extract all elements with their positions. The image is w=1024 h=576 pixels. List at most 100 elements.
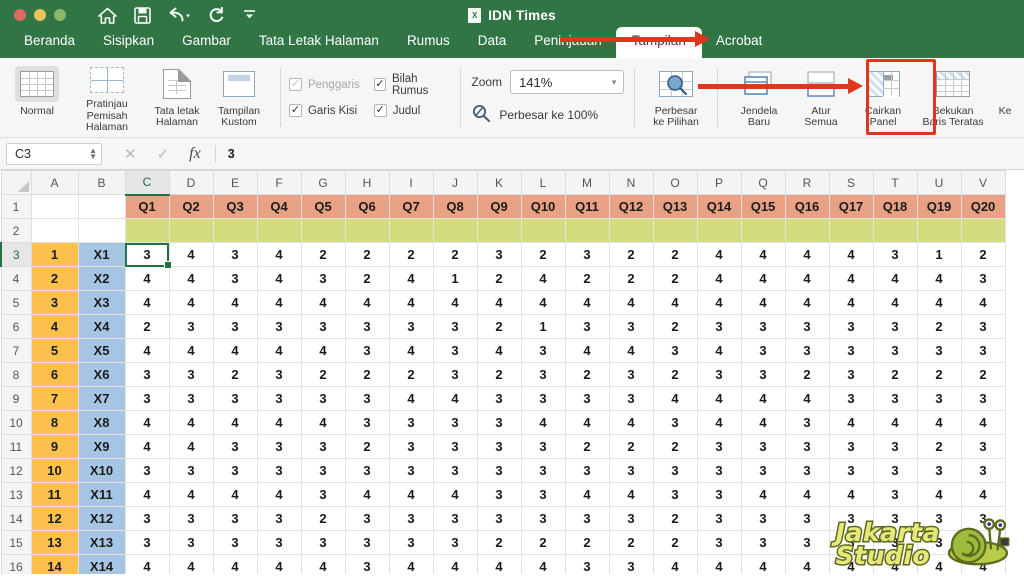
row-header-1[interactable]: 1 <box>0 194 32 219</box>
row-header-5[interactable]: 5 <box>0 290 32 315</box>
cell-T4[interactable]: 4 <box>872 266 918 291</box>
tab-tampilan[interactable]: Tampilan <box>615 27 702 58</box>
cell-K4[interactable]: 2 <box>476 266 522 291</box>
row-header-2[interactable]: 2 <box>0 218 32 243</box>
cell-C11[interactable]: 4 <box>124 434 170 459</box>
cell-C16[interactable]: 4 <box>124 554 170 574</box>
cell-D8[interactable]: 3 <box>168 362 214 387</box>
cell-M5[interactable]: 4 <box>564 290 610 315</box>
cell-A4[interactable]: 2 <box>30 266 79 291</box>
cell-A16[interactable]: 14 <box>30 554 79 574</box>
cell-I15[interactable]: 3 <box>388 530 434 555</box>
cell-F6[interactable]: 3 <box>256 314 302 339</box>
spreadsheet-grid[interactable]: A B C D E F G H I J K L M N O P Q R S T U V 1 Q1 Q2 Q3 Q4 Q5 Q6 Q7 Q8 Q… <box>0 170 1024 574</box>
custom-view-button[interactable]: Tampilan Kustom <box>208 62 270 134</box>
cell-L4[interactable]: 4 <box>520 266 566 291</box>
cell-P1[interactable]: Q14 <box>696 194 742 219</box>
cell-A13[interactable]: 11 <box>30 482 79 507</box>
tab-peninjauan[interactable]: Peninjauan <box>520 30 616 58</box>
cell-V1[interactable]: Q20 <box>960 194 1006 219</box>
column-header-i[interactable]: I <box>388 170 434 195</box>
cell-I1[interactable]: Q7 <box>388 194 434 219</box>
cell-Q16[interactable]: 4 <box>740 554 786 574</box>
cell-R13[interactable]: 4 <box>784 482 830 507</box>
cell-K16[interactable]: 4 <box>476 554 522 574</box>
row-header-4[interactable]: 4 <box>0 266 32 291</box>
cell-J16[interactable]: 4 <box>432 554 478 574</box>
row-header-12[interactable]: 12 <box>0 458 32 483</box>
cell-D7[interactable]: 4 <box>168 338 214 363</box>
cell-N11[interactable]: 2 <box>608 434 654 459</box>
cell-S11[interactable]: 3 <box>828 434 874 459</box>
cell-L16[interactable]: 4 <box>520 554 566 574</box>
cell-S8[interactable]: 3 <box>828 362 874 387</box>
column-header-v[interactable]: V <box>960 170 1006 195</box>
cell-N4[interactable]: 2 <box>608 266 654 291</box>
cell-B9[interactable]: X7 <box>77 386 126 411</box>
column-header-g[interactable]: G <box>300 170 346 195</box>
cell-K3[interactable]: 3 <box>476 242 522 267</box>
minimize-button[interactable] <box>34 9 46 21</box>
column-header-r[interactable]: R <box>784 170 830 195</box>
cell-F9[interactable]: 3 <box>256 386 302 411</box>
cell-D13[interactable]: 4 <box>168 482 214 507</box>
cell-P12[interactable]: 3 <box>696 458 742 483</box>
cell-U3[interactable]: 1 <box>916 242 962 267</box>
cell-J15[interactable]: 3 <box>432 530 478 555</box>
cell-O15[interactable]: 2 <box>652 530 698 555</box>
cell-Q10[interactable]: 4 <box>740 410 786 435</box>
cell-F5[interactable]: 4 <box>256 290 302 315</box>
cell-D15[interactable]: 3 <box>168 530 214 555</box>
cell-C13[interactable]: 4 <box>124 482 170 507</box>
cell-B1[interactable] <box>77 194 126 219</box>
cell-D10[interactable]: 4 <box>168 410 214 435</box>
cell-H12[interactable]: 3 <box>344 458 390 483</box>
cell-I9[interactable]: 4 <box>388 386 434 411</box>
cell-L13[interactable]: 3 <box>520 482 566 507</box>
cell-V7[interactable]: 3 <box>960 338 1006 363</box>
cell-K14[interactable]: 3 <box>476 506 522 531</box>
cell-L15[interactable]: 2 <box>520 530 566 555</box>
cell-A10[interactable]: 8 <box>30 410 79 435</box>
cell-R8[interactable]: 2 <box>784 362 830 387</box>
cell-O4[interactable]: 2 <box>652 266 698 291</box>
cell-G1[interactable]: Q5 <box>300 194 346 219</box>
cell-Q12[interactable]: 3 <box>740 458 786 483</box>
cell-S16[interactable]: 4 <box>828 554 874 574</box>
cell-H3[interactable]: 2 <box>344 242 390 267</box>
normal-view-button[interactable]: Normal <box>6 62 68 134</box>
cell-I13[interactable]: 4 <box>388 482 434 507</box>
cell-N14[interactable]: 3 <box>608 506 654 531</box>
cell-N5[interactable]: 4 <box>608 290 654 315</box>
cell-M2[interactable] <box>564 218 610 243</box>
cell-V9[interactable]: 3 <box>960 386 1006 411</box>
cell-A15[interactable]: 13 <box>30 530 79 555</box>
cell-H10[interactable]: 3 <box>344 410 390 435</box>
cell-G15[interactable]: 3 <box>300 530 346 555</box>
cell-C9[interactable]: 3 <box>124 386 170 411</box>
cell-J10[interactable]: 3 <box>432 410 478 435</box>
column-header-h[interactable]: H <box>344 170 390 195</box>
cell-L7[interactable]: 3 <box>520 338 566 363</box>
cell-P4[interactable]: 4 <box>696 266 742 291</box>
page-break-preview-button[interactable]: Pratinjau Pemisah Halaman <box>68 62 146 134</box>
cell-J11[interactable]: 3 <box>432 434 478 459</box>
cell-H1[interactable]: Q6 <box>344 194 390 219</box>
cell-U1[interactable]: Q19 <box>916 194 962 219</box>
cell-H16[interactable]: 3 <box>344 554 390 574</box>
cell-J4[interactable]: 1 <box>432 266 478 291</box>
cell-I14[interactable]: 3 <box>388 506 434 531</box>
cell-R14[interactable]: 3 <box>784 506 830 531</box>
cell-T10[interactable]: 4 <box>872 410 918 435</box>
name-box-spinner[interactable]: ▲ ▼ <box>89 146 97 160</box>
cell-D1[interactable]: Q2 <box>168 194 214 219</box>
tab-beranda[interactable]: Beranda <box>10 30 89 58</box>
cell-S14[interactable]: 3 <box>828 506 874 531</box>
cell-A7[interactable]: 5 <box>30 338 79 363</box>
cell-O14[interactable]: 2 <box>652 506 698 531</box>
cell-J6[interactable]: 3 <box>432 314 478 339</box>
cell-S5[interactable]: 4 <box>828 290 874 315</box>
cell-K12[interactable]: 3 <box>476 458 522 483</box>
cell-I10[interactable]: 3 <box>388 410 434 435</box>
cell-C8[interactable]: 3 <box>124 362 170 387</box>
